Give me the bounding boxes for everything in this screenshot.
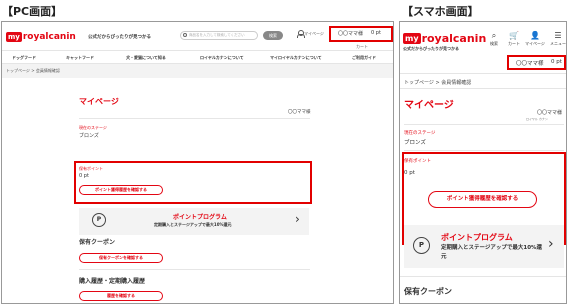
tagline: 公式だからぴったりが見つかる — [403, 46, 459, 51]
divider — [400, 88, 566, 89]
program-title: ポイントプログラム — [441, 233, 513, 242]
user-greeting: 〇〇ママ様 — [537, 110, 563, 116]
breadcrumb[interactable]: トップページ > 会員情報確認 — [6, 68, 60, 74]
nav-item-about[interactable]: ロイヤルカナンについて — [200, 55, 244, 61]
tagline: 公式だからぴったりが見つかる — [88, 35, 151, 40]
user-greeting: 〇〇ママ様 — [288, 110, 311, 115]
page-title: マイページ — [79, 97, 119, 106]
pc-screen-label: 【PC画面】 — [2, 5, 63, 18]
user-points: 0 pt — [371, 30, 381, 36]
program-description: 定期購入とステージアップで最大10%還元 — [154, 222, 232, 227]
divider — [400, 73, 566, 74]
header-mypage[interactable]: 👤 マイページ — [525, 31, 545, 47]
cart-icon: 🛒 — [509, 31, 519, 40]
search-button[interactable]: 検索 — [263, 31, 283, 40]
header-mypage-label: マイページ — [525, 41, 545, 46]
logo[interactable]: my royalcanin — [403, 32, 486, 45]
mypage-icon: 👤 — [529, 31, 540, 40]
mypage-link[interactable]: マイページ — [297, 30, 324, 38]
purchase-history-button[interactable]: 履歴を確認する — [79, 291, 163, 301]
smartphone-screen-label: 【スマホ画面】 — [402, 5, 479, 18]
search-icon: ⌕ — [491, 31, 497, 40]
breadcrumb-bar: トップページ > 会員情報確認 — [2, 64, 393, 78]
search-input[interactable]: 商品名を入力して検索してください — [180, 31, 258, 40]
stage-value: ブロンズ — [404, 140, 426, 146]
menu-icon: ☰ — [554, 31, 562, 40]
program-title: ポイントプログラム — [173, 214, 227, 221]
nav-item-learn[interactable]: 犬・愛猫について知る — [126, 55, 166, 61]
search-icon — [183, 33, 187, 37]
user-name: 〇〇ママ様 — [338, 31, 364, 37]
user-name: 〇〇ママ様 — [516, 61, 544, 67]
chevron-right-icon: › — [295, 212, 300, 226]
page-title: マイページ — [404, 100, 454, 111]
nav-item-cat-food[interactable]: キャットフード — [66, 55, 94, 61]
divider — [404, 124, 564, 125]
coupon-title: 保有クーポン — [79, 239, 116, 246]
pc-screen: my royalcanin 公式だからぴったりが見つかる 商品名を入力して検索し… — [1, 21, 394, 304]
header-search[interactable]: ⌕ 検索 — [490, 31, 498, 47]
header-cart-label: カート — [508, 41, 520, 46]
header-menu[interactable]: ☰ メニュー — [550, 31, 566, 47]
stage-label: 現在のステージ — [404, 131, 436, 136]
coupon-title: 保有クーポン — [404, 287, 452, 296]
coupon-button[interactable]: 保有クーポンを確認する — [79, 253, 163, 263]
header-cart[interactable]: 🛒 カート — [508, 31, 520, 47]
user-points: 0 pt — [551, 59, 562, 65]
logo-badge: my — [403, 33, 421, 44]
logo-badge: my — [6, 32, 22, 42]
points-highlight — [74, 161, 312, 204]
points-label: 保有ポイント — [79, 166, 103, 171]
user-greeting-sub: ロイヤル カナン — [526, 117, 548, 121]
global-nav: ドッグフード キャットフード 犬・愛猫について知る ロイヤルカナンについて マイ… — [2, 50, 393, 64]
points-value: 0 pt — [79, 173, 89, 179]
purchase-history-title: 購入履歴・定期購入履歴 — [79, 278, 146, 285]
points-history-button[interactable]: ポイント獲得履歴を確認する — [428, 191, 537, 208]
divider — [79, 269, 310, 270]
point-icon: P — [92, 213, 106, 227]
nav-item-dog-food[interactable]: ドッグフード — [12, 55, 36, 61]
points-history-button[interactable]: ポイント獲得履歴を確認する — [79, 185, 163, 195]
stage-label: 現在のステージ — [79, 125, 107, 130]
points-value: 0 pt — [404, 170, 415, 176]
breadcrumb[interactable]: トップページ > 会員情報確認 — [404, 79, 471, 86]
points-label: 保有ポイント — [404, 159, 431, 164]
mypage-link-label: マイページ — [304, 30, 324, 36]
divider — [79, 118, 310, 119]
divider — [400, 276, 566, 277]
person-icon — [297, 30, 305, 38]
point-program-banner[interactable]: P ポイントプログラム 定期購入とステージアップで最大10%還元 › — [79, 208, 309, 235]
nav-item-guide[interactable]: ご利用ガイド — [352, 55, 376, 61]
logo-text: royalcanin — [421, 32, 487, 45]
header-search-label: 検索 — [490, 41, 498, 46]
smartphone-screen: my royalcanin 公式だからぴったりが見つかる ⌕ 検索 🛒 カート … — [399, 21, 567, 304]
header-menu-label: メニュー — [550, 41, 566, 46]
logo-text: royalcanin — [22, 32, 76, 42]
divider — [404, 150, 564, 151]
program-description: 定期購入とステージアップで最大10%還元 — [441, 245, 543, 260]
search-placeholder: 商品名を入力して検索してください — [189, 33, 245, 37]
point-icon: P — [413, 237, 430, 254]
logo[interactable]: my royalcanin — [6, 32, 76, 42]
stage-value: ブロンズ — [79, 133, 99, 139]
chevron-right-icon: › — [548, 236, 554, 252]
point-program-banner[interactable]: P ポイントプログラム 定期購入とステージアップで最大10%還元 › — [404, 225, 564, 268]
nav-item-my-royalcanin[interactable]: マイロイヤルカナンについて — [270, 55, 322, 61]
